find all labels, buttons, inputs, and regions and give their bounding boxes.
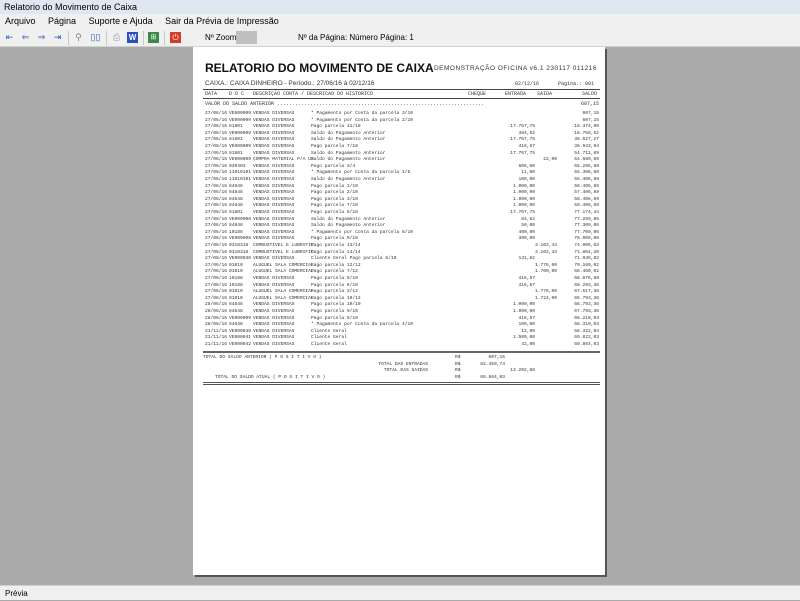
zoom-input[interactable] [236, 31, 257, 44]
menu-pagina[interactable]: Página [48, 16, 76, 26]
report-page-number: Pagina.: 001 [558, 81, 595, 87]
print-icon[interactable]: ⎙ [111, 32, 122, 43]
page-number-label: Nº da Página: Número Página: 1 [298, 33, 414, 42]
report-title: RELATORIO DO MOVIMENTO DE CAIXA [205, 61, 434, 75]
cell-conta: VENDAS DIVERSAS [253, 342, 295, 347]
cell-entrada: 42,00 [521, 342, 535, 347]
close-preview-icon[interactable]: ⏻ [170, 32, 181, 43]
table-row: 21/11/16 VE000042 VENDAS DIVERSAS Cliente G… [193, 341, 605, 348]
separator [164, 31, 165, 45]
previous-page-icon[interactable]: ⇐ [20, 32, 31, 43]
header-doc: D O C [229, 91, 245, 97]
separator [68, 31, 69, 45]
status-bar: Prévia [0, 585, 800, 600]
previous-balance-value: 607,15 [580, 101, 599, 107]
menu-suporte[interactable]: Suporte e Ajuda [89, 16, 153, 26]
header-entrada: ENTRADA [505, 91, 527, 97]
separator [106, 31, 107, 45]
total-value: 69.864,03 [480, 374, 505, 380]
menu-bar: Arquivo Página Suporte e Ajuda Sair da P… [0, 14, 800, 29]
cell-saldo: 69.864,03 [574, 342, 599, 347]
total-currency: R$ [455, 374, 461, 380]
header-saida: SAIDA [537, 91, 553, 97]
header-data: DATA [205, 91, 218, 97]
zoom-label: Nº Zoom [205, 33, 237, 42]
header-saldo: SALDO [582, 91, 598, 97]
cell-data: 21/11/16 [205, 342, 228, 347]
divider [203, 351, 600, 353]
previous-balance-label: VALOR DO SALDO ANTERIOR ................… [205, 101, 485, 107]
header-desc: DESCRIÇÃO CONTA / DESCRICAO DO HISTORICO [253, 91, 374, 97]
divider [203, 98, 600, 99]
total-label: TOTAL DO SALDO ATUAL ( P O S I T I V O ) [215, 374, 326, 380]
toolbar: ⇤ ⇐ ⇒ ⇥ ⚲ ▯▯ ⎙ W ⊞ ⏻ Nº Zoom Nº da Págin… [0, 29, 800, 47]
first-page-icon[interactable]: ⇤ [4, 32, 15, 43]
report-subtitle: CAIXA.: CAIXA DINHEIRO - Período.: 27/06… [205, 80, 375, 87]
divider [203, 89, 600, 90]
menu-sair-previa[interactable]: Sair da Prévia de Impressão [165, 16, 279, 26]
total-row: TOTAL DO SALDO ATUAL ( P O S I T I V O )… [193, 374, 605, 381]
menu-arquivo[interactable]: Arquivo [5, 16, 36, 26]
next-page-icon[interactable]: ⇒ [36, 32, 47, 43]
header-cheque: CHEQUE [468, 91, 487, 97]
window-title: Relatorio do Movimento de Caixa [0, 0, 800, 14]
report-date: 02/12/16 [515, 81, 540, 87]
separator [143, 31, 144, 45]
last-page-icon[interactable]: ⇥ [52, 32, 63, 43]
divider [203, 382, 600, 385]
zoom-icon[interactable]: ⚲ [73, 32, 84, 43]
cell-doc: VE000042 [229, 342, 252, 347]
word-export-icon[interactable]: W [127, 32, 138, 43]
report-system: DEMONSTRAÇÃO OFICINA v6.1 230117 011216 [433, 65, 597, 72]
excel-export-icon[interactable]: ⊞ [148, 32, 159, 43]
cell-historico: Cliente Geral [311, 342, 347, 347]
report-page: RELATORIO DO MOVIMENTO DE CAIXA DEMONSTR… [193, 47, 605, 575]
two-pages-icon[interactable]: ▯▯ [90, 32, 101, 43]
